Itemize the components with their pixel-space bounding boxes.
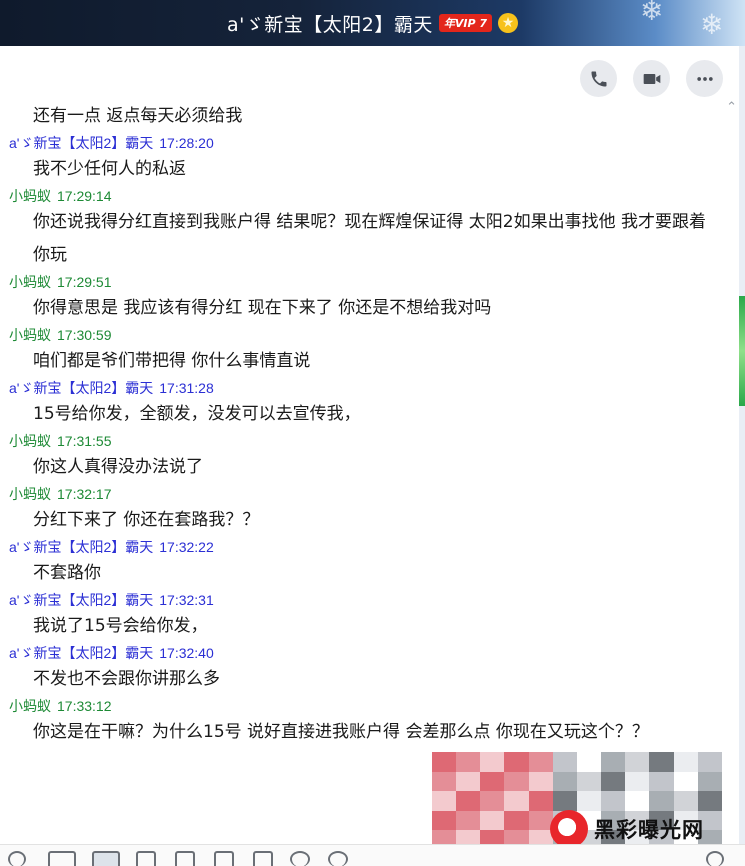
title-bar: ❄ ❄ a'ゞ新宝【太阳2】霸天 年VIP 7 ★: [0, 0, 745, 46]
message-text: 不套路你: [33, 563, 101, 583]
message-time: 17:30:59: [57, 327, 112, 343]
star-icon: ★: [498, 13, 519, 33]
phone-icon: [591, 71, 606, 86]
message-sender: a'ゞ新宝【太阳2】霸天 17:32:22: [0, 537, 740, 557]
sender-name[interactable]: 小蚂蚁: [9, 433, 51, 449]
message-text: 你这人真得没办法说了: [33, 457, 203, 477]
message-sender: a'ゞ新宝【太阳2】霸天 17:32:40: [0, 643, 740, 663]
message-sender: 小蚂蚁 17:29:51: [0, 272, 740, 292]
message-text: 我说了15号会给你发，: [33, 616, 208, 636]
message-text: 你得意思是 我应该有得分红 现在下来了 你还是不想给我对吗: [33, 298, 492, 318]
chat-message: a'ゞ新宝【太阳2】霸天 17:32:31 我说了15号会给你发，: [0, 590, 740, 643]
message-time: 17:32:31: [159, 592, 214, 608]
message-sender: 小蚂蚁 17:29:14: [0, 186, 740, 206]
chat-message: 小蚂蚁 17:33:12 你这是在干嘛？为什么15号 说好直接进我账户得 会差那么点…: [0, 696, 740, 749]
chat-message: 小蚂蚁 17:31:55 你这人真得没办法说了: [0, 431, 740, 484]
chat-message: a'ゞ新宝【太阳2】霸天 17:31:28 15号给你发，全额发，没发可以去宣传我，: [0, 378, 740, 431]
message-text: 你还说我得分红直接到我账户得 结果呢？现在辉煌保证得 太阳2如果出事找他 我才要…: [33, 212, 707, 265]
message-time: 17:31:55: [57, 433, 112, 449]
chat-message: a'ゞ新宝【太阳2】霸天 17:28:20 我不少任何人的私返: [0, 133, 740, 186]
more-button[interactable]: [686, 60, 723, 97]
more-dots-icon: [696, 76, 713, 81]
message-sender: 小蚂蚁 17:33:12: [0, 696, 740, 716]
message-text: 我不少任何人的私返: [33, 159, 186, 179]
message-text: 还有一点 返点每天必须给我: [33, 106, 243, 126]
message-time: 17:33:12: [57, 698, 112, 714]
sender-name[interactable]: 小蚂蚁: [9, 486, 51, 502]
sender-name[interactable]: 小蚂蚁: [9, 327, 51, 343]
mic-icon[interactable]: [328, 851, 348, 866]
message-sender: 小蚂蚁 17:30:59: [0, 325, 740, 345]
history-clock-icon[interactable]: [706, 851, 724, 866]
folder-icon[interactable]: [136, 851, 156, 866]
sender-name[interactable]: a'ゞ新宝【太阳2】霸天: [9, 539, 153, 555]
image-icon[interactable]: [175, 851, 195, 866]
calendar-icon[interactable]: [253, 851, 273, 866]
message-text: 你这是在干嘛？为什么15号 说好直接进我账户得 会差那么点 你现在又玩这个？？: [33, 722, 649, 742]
chat-message: 小蚂蚁 17:29:14 你还说我得分红直接到我账户得 结果呢？现在辉煌保证得 太阳…: [0, 186, 740, 272]
message-sender: 小蚂蚁 17:31:55: [0, 431, 740, 451]
message-time: 17:32:22: [159, 539, 214, 555]
shake-icon[interactable]: [214, 851, 234, 866]
call-actions: [580, 60, 723, 97]
sender-name[interactable]: a'ゞ新宝【太阳2】霸天: [9, 645, 153, 661]
sender-name[interactable]: a'ゞ新宝【太阳2】霸天: [9, 135, 153, 151]
chat-message: a'ゞ新宝【太阳2】霸天 17:32:22 不套路你: [0, 537, 740, 590]
emoji-icon[interactable]: [8, 851, 26, 866]
vip-badge: 年VIP 7: [438, 14, 493, 32]
chat-message: 还有一点 返点每天必须给我: [0, 100, 740, 133]
sender-name[interactable]: 小蚂蚁: [9, 188, 51, 204]
chat-message: 小蚂蚁 17:30:59 咱们都是爷们带把得 你什么事情直说: [0, 325, 740, 378]
sender-name[interactable]: 小蚂蚁: [9, 698, 51, 714]
message-time: 17:29:14: [57, 188, 112, 204]
input-toolbar: [0, 844, 745, 866]
message-sender: 小蚂蚁 17:32:17: [0, 484, 740, 504]
message-time: 17:32:40: [159, 645, 214, 661]
video-call-button[interactable]: [633, 60, 670, 97]
voice-call-button[interactable]: [580, 60, 617, 97]
message-time: 17:32:17: [57, 486, 112, 502]
watermark-text: 黑彩曝光网: [594, 818, 704, 842]
video-camera-icon: [643, 73, 660, 84]
message-sender: a'ゞ新宝【太阳2】霸天 17:32:31: [0, 590, 740, 610]
gif-icon[interactable]: [48, 851, 76, 866]
screenshot-icon[interactable]: [92, 851, 120, 866]
message-time: 17:28:20: [159, 135, 214, 151]
sender-name[interactable]: a'ゞ新宝【太阳2】霸天: [9, 592, 153, 608]
message-time: 17:29:51: [57, 274, 112, 290]
message-text: 分红下来了 你还在套路我？？: [33, 510, 260, 530]
watermark-logo-icon: [550, 810, 588, 848]
message-time: 17:31:28: [159, 380, 214, 396]
sender-name[interactable]: 小蚂蚁: [9, 274, 51, 290]
chat-history: 还有一点 返点每天必须给我 a'ゞ新宝【太阳2】霸天 17:28:20 我不少任何人的…: [0, 100, 740, 749]
message-sender: a'ゞ新宝【太阳2】霸天 17:28:20: [0, 133, 740, 153]
chat-message: 小蚂蚁 17:29:51 你得意思是 我应该有得分红 现在下来了 你还是不想给我对吗: [0, 272, 740, 325]
message-text: 不发也不会跟你讲那么多: [33, 669, 220, 689]
chat-title: a'ゞ新宝【太阳2】霸天: [226, 13, 433, 36]
chat-message: a'ゞ新宝【太阳2】霸天 17:32:40 不发也不会跟你讲那么多: [0, 643, 740, 696]
history-icon[interactable]: [290, 851, 310, 866]
message-text: 15号给你发，全额发，没发可以去宣传我，: [33, 404, 361, 424]
message-text: 咱们都是爷们带把得 你什么事情直说: [33, 351, 311, 371]
sender-name[interactable]: a'ゞ新宝【太阳2】霸天: [9, 380, 153, 396]
chat-message: 小蚂蚁 17:32:17 分红下来了 你还在套路我？？: [0, 484, 740, 537]
message-sender: a'ゞ新宝【太阳2】霸天 17:31:28: [0, 378, 740, 398]
